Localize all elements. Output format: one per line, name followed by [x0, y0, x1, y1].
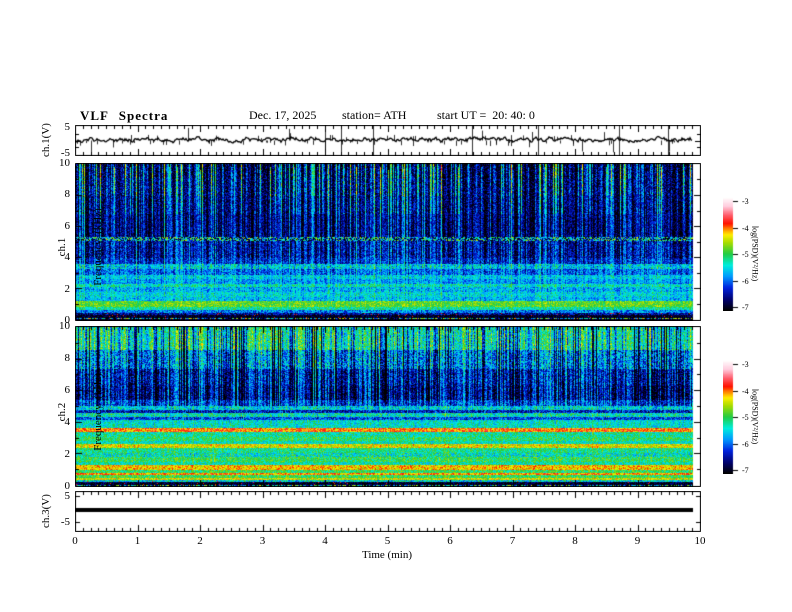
ch3-waveform-canvas: [75, 491, 701, 532]
x-tick-label: 3: [259, 535, 266, 547]
freq-tick-label-ch2: 2: [64, 448, 71, 460]
x-tick-label: 7: [509, 535, 516, 547]
vlf-spectra-figure: VLF Spectra Dec. 17, 2025 station= ATH s…: [0, 0, 792, 612]
colorbar-tick-label-ch1: -7: [742, 303, 749, 312]
x-tick-label: 1: [134, 535, 141, 547]
x-tick-label: 10: [694, 535, 706, 547]
start-ut-label: start UT = 20: 40: 0: [437, 108, 535, 122]
x-tick-label: 8: [572, 535, 578, 547]
colorbar-ch2-canvas: [723, 360, 740, 474]
colorbar-tick-label-ch2: -3: [742, 360, 749, 369]
x-tick-label: 2: [197, 535, 203, 547]
colorbar-tick-label-ch1: -3: [742, 197, 749, 206]
colorbar-tick-label-ch2: -5: [742, 413, 749, 422]
ch2-freq-axis-title: Frequency (kHz): [92, 373, 104, 451]
freq-tick-label-ch1: 6: [64, 219, 71, 232]
x-tick-label: 0: [72, 535, 78, 547]
colorbar-tick-label-ch1: -5: [742, 250, 749, 259]
colorbar-tick-label-ch2: -7: [742, 466, 749, 475]
colorbar-tick-label-ch1: -4: [742, 223, 749, 233]
station-label: station= ATH: [342, 108, 407, 122]
freq-tick-label-ch2: 10: [59, 320, 70, 332]
page-title: VLF Spectra: [80, 108, 169, 123]
colorbar-ch1-canvas: [723, 197, 740, 311]
freq-tick-label-ch2: 6: [64, 384, 71, 396]
ch1-waveform-canvas: [75, 125, 701, 156]
ch2-spectrogram-canvas: [75, 326, 701, 487]
x-tick-label: 5: [384, 535, 391, 547]
ch1-spectrogram-canvas: [75, 163, 701, 321]
freq-tick-label-ch1: 4: [64, 251, 71, 264]
x-tick-label: 6: [447, 535, 453, 547]
ch3-volt-tick-label: 5: [64, 490, 71, 502]
x-axis-title: Time (min): [361, 549, 412, 561]
colorbar-tick-label-ch2: -4: [742, 386, 749, 396]
ch1-volt-tick-label: -5: [60, 147, 70, 159]
x-tick-label: 9: [634, 535, 641, 547]
x-tick-label: 4: [322, 535, 328, 547]
ch3-volt-tick-label: -5: [60, 516, 70, 528]
freq-tick-label-ch2: 4: [64, 416, 71, 428]
date-label: Dec. 17, 2025: [249, 108, 317, 122]
freq-tick-label-ch2: 8: [64, 352, 71, 364]
colorbar-tick-label-ch2: -6: [742, 439, 749, 449]
freq-tick-label-ch1: 8: [64, 188, 71, 201]
colorbar-tick-label-ch1: -6: [742, 276, 749, 286]
ch1-volt-tick-label: 5: [64, 121, 71, 133]
ch1-freq-axis-title: Frequency (kHz): [92, 208, 104, 286]
freq-tick-label-ch1: 2: [64, 282, 71, 295]
